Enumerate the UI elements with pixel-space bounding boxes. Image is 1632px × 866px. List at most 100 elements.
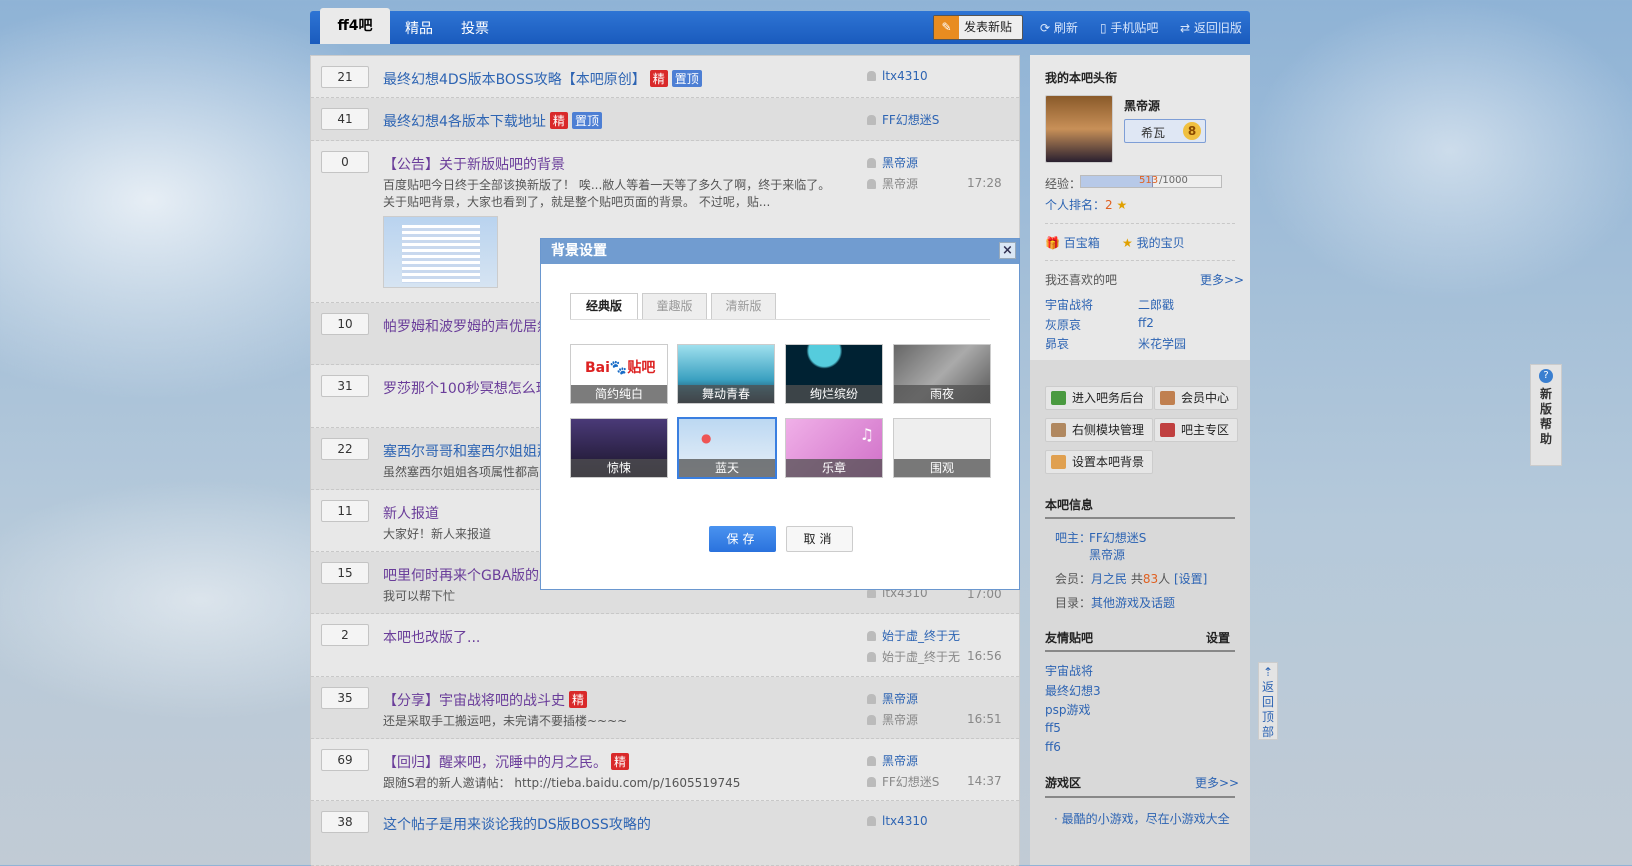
thread-abstract: 百度贴吧今日终于全部该换新版了！ 唉...敝人等着一天等了多久了啊，终于来临了。: [383, 178, 831, 192]
skin-brilliant[interactable]: 绚烂缤纷: [785, 344, 883, 404]
refresh-link[interactable]: ⟳ 刷新: [1040, 19, 1078, 36]
admin-backend-button[interactable]: 进入吧务后台: [1045, 386, 1154, 410]
help-tab[interactable]: ? 新版帮助: [1530, 364, 1562, 466]
liked-forum-link[interactable]: 二郎戳: [1138, 296, 1174, 313]
thread-abstract: 跟随S君的新人邀请帖： http://tieba.baidu.com/p/160…: [383, 776, 741, 790]
tab-fresh[interactable]: 清新版: [711, 293, 776, 320]
thread-title[interactable]: 塞西尔哥哥和塞西尔姐姐那: [383, 441, 551, 461]
module-manage-button[interactable]: 右侧模块管理: [1045, 418, 1154, 442]
tab-vote[interactable]: 投票: [461, 15, 489, 44]
liked-forum-link[interactable]: ff2: [1138, 316, 1154, 330]
thread-abstract: 关于贴吧背景，大家也看到了，就是整个贴吧页面的背景。 不过呢，贴...: [383, 195, 771, 209]
tab-featured[interactable]: 精品: [405, 15, 433, 44]
thread-author[interactable]: ltx4310: [867, 814, 928, 828]
more-liked-link[interactable]: 更多>>: [1200, 271, 1244, 288]
rank-badge[interactable]: 希瓦 8: [1124, 119, 1206, 143]
tab-classic[interactable]: 经典版: [570, 293, 638, 320]
thread-title[interactable]: 最终幻想4各版本下载地址精置顶: [383, 111, 602, 131]
user-card-title: 我的本吧头衔: [1045, 71, 1118, 85]
set-background-button[interactable]: 设置本吧背景: [1045, 450, 1154, 474]
thread-title[interactable]: 本吧也改版了...: [383, 627, 480, 647]
exp-progress-bar: 513/1000: [1080, 175, 1222, 188]
personal-rank[interactable]: 个人排名：2 ★: [1045, 196, 1127, 213]
thread-title[interactable]: 新人报道: [383, 503, 439, 523]
skin-thriller[interactable]: 惊悚: [570, 418, 668, 478]
skin-blue-sky[interactable]: ● 蓝天: [677, 417, 777, 479]
thread-author[interactable]: 黑帝源: [867, 752, 918, 769]
tab-forum-home[interactable]: ff4吧: [320, 8, 390, 44]
member-settings-link[interactable]: [设置]: [1174, 572, 1207, 586]
liked-forum-link[interactable]: 宇宙战将: [1045, 296, 1093, 313]
new-post-button[interactable]: ✎ 发表新贴: [933, 15, 1023, 40]
thread-abstract: 还是采取手工搬运吧，未完请不要插楼~~~~: [383, 714, 628, 728]
owner-icon: [1160, 423, 1175, 437]
liked-forum-link[interactable]: 米花学园: [1138, 335, 1186, 352]
back-to-top-button[interactable]: ⇡ 返回顶部: [1258, 662, 1278, 740]
thread-row: 2 本吧也改版了... 始于虚_终于无 始于虚_终于无 16:56: [311, 614, 1019, 677]
pen-icon: ✎: [934, 16, 959, 39]
game-more-link[interactable]: 更多>>: [1195, 774, 1239, 791]
thread-title[interactable]: 帕罗姆和波罗姆的声优居然: [383, 316, 551, 336]
friend-settings-link[interactable]: 设置: [1206, 629, 1230, 646]
mobile-link[interactable]: ▯ 手机贴吧: [1100, 19, 1158, 36]
skin-music[interactable]: ♫ 乐章: [785, 418, 883, 478]
treasure-link[interactable]: 🎁 百宝箱: [1045, 234, 1100, 251]
last-reply-author[interactable]: 黑帝源: [867, 711, 918, 728]
thread-title[interactable]: 吧里何时再来个GBA版的原: [383, 565, 553, 585]
music-note-icon: ♫: [859, 425, 874, 444]
save-button[interactable]: 保存: [709, 526, 776, 552]
skin-onlookers[interactable]: 围观: [893, 418, 991, 478]
thread-author[interactable]: ltx4310: [867, 69, 928, 83]
cancel-button[interactable]: 取消: [786, 526, 853, 552]
last-reply-author[interactable]: 黑帝源: [867, 175, 918, 192]
thread-title[interactable]: 【公告】关于新版贴吧的背景: [383, 154, 565, 174]
username[interactable]: 黑帝源: [1124, 97, 1160, 114]
owner-link[interactable]: FF幻想迷S: [1089, 529, 1146, 546]
thread-author[interactable]: 始于虚_终于无: [867, 627, 960, 644]
tab-fun[interactable]: 童趣版: [642, 293, 707, 320]
old-version-link[interactable]: ⇄ 返回旧版: [1180, 19, 1242, 36]
featured-badge: 精: [549, 112, 568, 129]
thread-title[interactable]: 【回归】醒来吧，沉睡中的月之民。精: [383, 752, 630, 772]
skin-dance[interactable]: 舞动青春: [677, 344, 775, 404]
skin-rain-night[interactable]: 雨夜: [893, 344, 991, 404]
thread-row: 21 最终幻想4DS版本BOSS攻略【本吧原创】精置顶 ltx4310: [311, 56, 1019, 98]
friend-forum-link[interactable]: 最终幻想3: [1045, 682, 1101, 699]
thread-title[interactable]: 【分享】宇宙战将吧的战斗史精: [383, 690, 588, 710]
thread-author[interactable]: 黑帝源: [867, 154, 918, 171]
balloon-icon: ●: [701, 431, 712, 445]
last-reply-time: 16:56: [967, 649, 1002, 663]
friend-forum-link[interactable]: psp游戏: [1045, 701, 1091, 718]
reply-count: 35: [321, 687, 369, 709]
thread-title[interactable]: 罗莎那个100秒冥想怎么玩: [383, 378, 550, 398]
medal-icon: ★: [1116, 198, 1128, 212]
skin-plain-white[interactable]: Bai🐾贴吧 简约纯白: [570, 344, 668, 404]
last-reply-author[interactable]: FF幻想迷S: [867, 773, 939, 790]
friend-forum-link[interactable]: ff6: [1045, 740, 1061, 754]
thread-row: 35 【分享】宇宙战将吧的战斗史精 还是采取手工搬运吧，未完请不要插楼~~~~ …: [311, 677, 1019, 739]
member-center-button[interactable]: 会员中心: [1154, 386, 1239, 410]
liked-forum-link[interactable]: 灰原哀: [1045, 316, 1081, 333]
thread-title[interactable]: 这个帖子是用来谈论我的DS版BOSS攻略的: [383, 814, 651, 834]
tools-icon: [1051, 423, 1066, 437]
thread-image[interactable]: [383, 216, 498, 288]
close-icon[interactable]: ×: [999, 242, 1016, 259]
thread-author[interactable]: FF幻想迷S: [867, 111, 939, 128]
thread-title[interactable]: 最终幻想4DS版本BOSS攻略【本吧原创】精置顶: [383, 69, 702, 89]
last-reply-author[interactable]: 始于虚_终于无: [867, 648, 960, 665]
thread-author[interactable]: 黑帝源: [867, 690, 918, 707]
friend-forum-link[interactable]: ff5: [1045, 721, 1061, 735]
avatar[interactable]: [1045, 95, 1113, 163]
enter-icon: [1051, 391, 1066, 405]
game-link[interactable]: · 最酷的小游戏，尽在小游戏大全: [1054, 810, 1230, 827]
reply-count: 15: [321, 562, 369, 584]
dialog-header: 背景设置 ×: [541, 239, 1019, 264]
friend-forum-link[interactable]: 宇宙战将: [1045, 662, 1093, 679]
my-pets-link[interactable]: ★ 我的宝贝: [1122, 234, 1185, 251]
liked-forum-link[interactable]: 昴哀: [1045, 335, 1069, 352]
reply-count: 0: [321, 151, 369, 173]
reply-count: 2: [321, 624, 369, 646]
owner-link[interactable]: 黑帝源: [1089, 546, 1125, 563]
owner-zone-button[interactable]: 吧主专区: [1154, 418, 1239, 442]
thread-abstract: 虽然塞西尔姐姐各项属性都高了: [383, 465, 552, 479]
